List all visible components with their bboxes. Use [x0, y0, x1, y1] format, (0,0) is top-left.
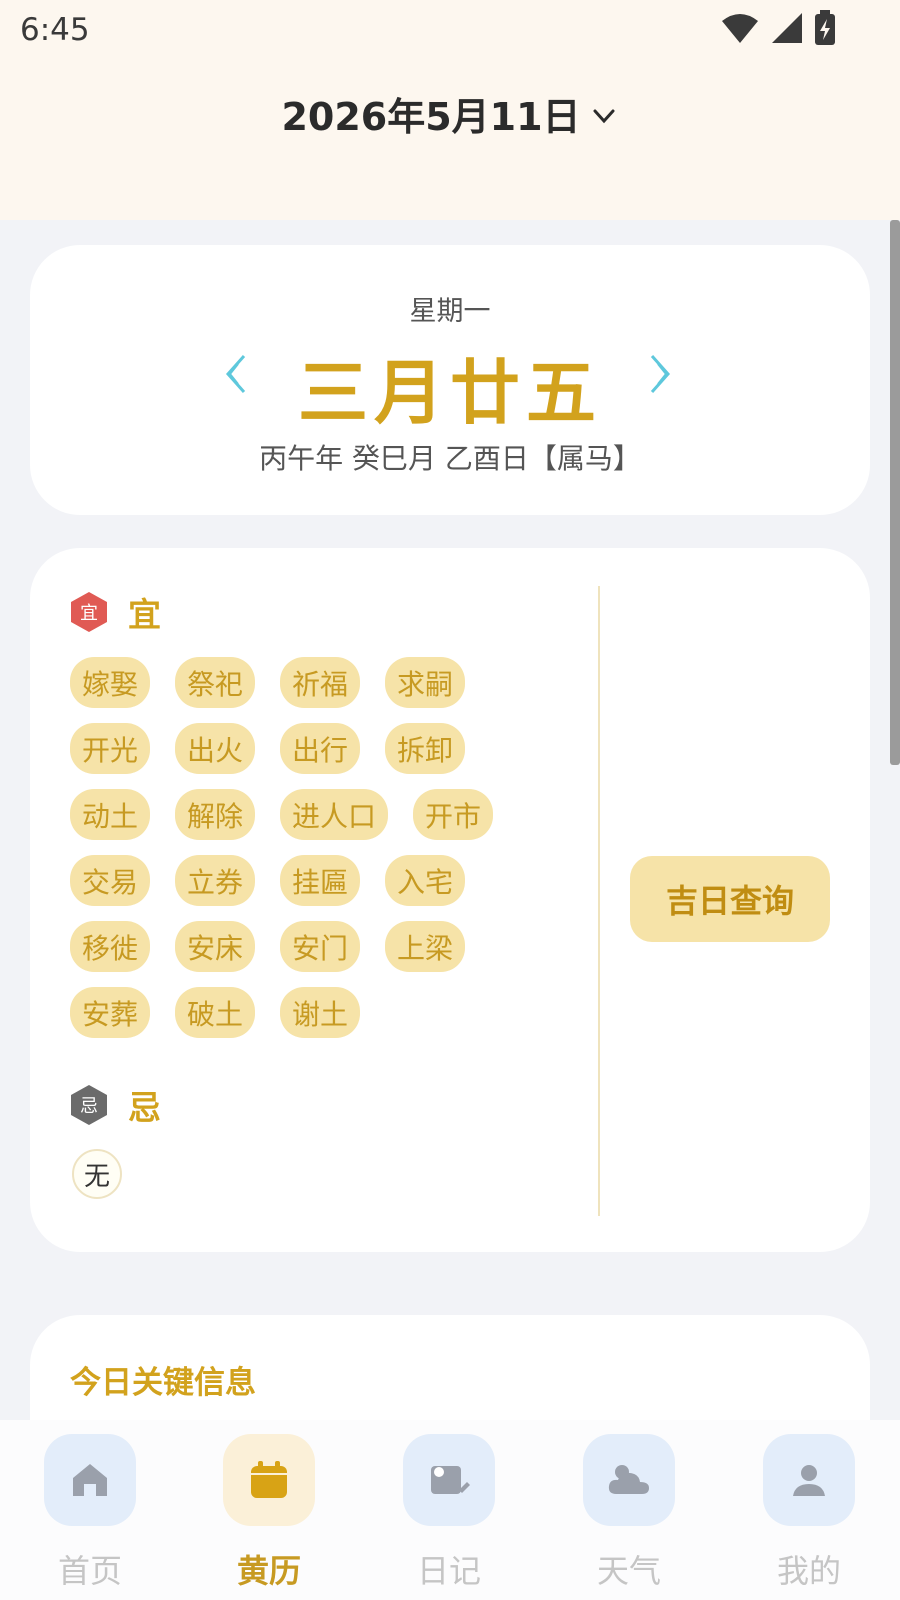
- tab-diary[interactable]: 日记: [403, 1434, 495, 1592]
- profile-icon: [763, 1434, 855, 1526]
- yi-ji-card: 宜 宜 嫁娶 祭祀 祈福 求嗣 开光 出火 出行 拆卸 动土 解除 进人口 开市…: [30, 548, 870, 1252]
- tag-row: 开光 出火 出行 拆卸: [70, 723, 570, 774]
- lunar-date-card: 星期一 三月廿五 丙午年 癸巳月 乙酉日【属马】: [30, 245, 870, 515]
- yi-tag[interactable]: 交易: [70, 855, 151, 906]
- yi-tag[interactable]: 挂匾: [280, 855, 361, 906]
- yi-tag[interactable]: 求嗣: [385, 657, 466, 708]
- yi-badge-icon: 宜: [71, 592, 107, 632]
- tab-label: 首页: [57, 1552, 122, 1590]
- tab-weather[interactable]: 天气: [583, 1434, 675, 1592]
- ji-badge-icon: 忌: [71, 1085, 107, 1125]
- date-title: 2026年5月11日: [281, 95, 581, 139]
- status-time: 6:45: [20, 12, 90, 48]
- tag-row: 动土 解除 进人口 开市: [70, 789, 570, 840]
- bottom-tab-bar: 首页 黄历 日记 天气 我的: [0, 1420, 900, 1600]
- yi-tag[interactable]: 解除: [175, 789, 256, 840]
- ji-label: 忌: [128, 1088, 161, 1127]
- tab-home[interactable]: 首页: [44, 1434, 136, 1592]
- ji-header: 忌 忌: [70, 1081, 161, 1129]
- lunar-date: 三月廿五: [298, 352, 602, 434]
- yi-label: 宜: [128, 595, 161, 634]
- tag-row: 嫁娶 祭祀 祈福 求嗣: [70, 657, 570, 708]
- signal-icon: [772, 13, 802, 43]
- ji-tag[interactable]: 无: [72, 1149, 122, 1199]
- yi-tag[interactable]: 拆卸: [385, 723, 466, 774]
- svg-text:忌: 忌: [80, 1096, 98, 1117]
- tab-label: 黄历: [236, 1552, 301, 1590]
- date-picker[interactable]: 2026年5月11日: [0, 86, 900, 141]
- yi-tag[interactable]: 祭祀: [175, 657, 256, 708]
- wifi-icon: [722, 14, 758, 43]
- ganzhi-text: 丙午年 癸巳月 乙酉日【属马】: [259, 442, 641, 475]
- yi-tag[interactable]: 入宅: [385, 855, 466, 906]
- yi-tag[interactable]: 谢土: [280, 987, 361, 1038]
- home-icon: [44, 1434, 136, 1526]
- tab-label: 天气: [596, 1552, 661, 1590]
- weekday: 星期一: [409, 296, 491, 327]
- yi-tag[interactable]: 进人口: [280, 789, 389, 840]
- chevron-down-icon: [593, 109, 615, 123]
- scrollbar[interactable]: [890, 220, 900, 765]
- vertical-divider: [598, 586, 600, 1216]
- tag-row: 交易 立券 挂匾 入宅: [70, 855, 570, 906]
- tab-profile[interactable]: 我的: [763, 1434, 855, 1592]
- tab-label: 我的: [776, 1552, 841, 1590]
- lucky-day-query-button[interactable]: 吉日查询: [630, 856, 830, 942]
- yi-tag[interactable]: 祈福: [280, 657, 361, 708]
- yi-tag[interactable]: 安葬: [70, 987, 151, 1038]
- top-bar: 6:45 2026年5月11日: [0, 0, 900, 220]
- yi-tag[interactable]: 立券: [175, 855, 256, 906]
- yi-tag[interactable]: 嫁娶: [70, 657, 151, 708]
- yi-tag[interactable]: 安门: [280, 921, 361, 972]
- yi-tag[interactable]: 开市: [413, 789, 494, 840]
- yi-tag[interactable]: 动土: [70, 789, 151, 840]
- tab-label: 日记: [416, 1552, 481, 1590]
- tag-row: 安葬 破土 谢土: [70, 987, 570, 1038]
- svg-text:宜: 宜: [80, 603, 98, 624]
- yi-tag[interactable]: 出火: [175, 723, 256, 774]
- status-icons: [720, 10, 836, 46]
- tag-row: 移徙 安床 安门 上梁: [70, 921, 570, 972]
- yi-tag[interactable]: 出行: [280, 723, 361, 774]
- yi-tag-list: 嫁娶 祭祀 祈福 求嗣 开光 出火 出行 拆卸 动土 解除 进人口 开市 交易 …: [70, 657, 570, 1053]
- battery-icon: [815, 10, 835, 45]
- yi-header: 宜 宜: [70, 588, 161, 636]
- yi-tag[interactable]: 破土: [175, 987, 256, 1038]
- diary-icon: [403, 1434, 495, 1526]
- tab-almanac[interactable]: 黄历: [223, 1434, 315, 1592]
- calendar-icon: [223, 1434, 315, 1526]
- next-day-arrow-icon[interactable]: [644, 352, 674, 396]
- weather-icon: [583, 1434, 675, 1526]
- yi-tag[interactable]: 开光: [70, 723, 151, 774]
- yi-tag[interactable]: 移徙: [70, 921, 151, 972]
- yi-tag[interactable]: 上梁: [385, 921, 466, 972]
- key-info-title: 今日关键信息: [70, 1365, 256, 1401]
- yi-tag[interactable]: 安床: [175, 921, 256, 972]
